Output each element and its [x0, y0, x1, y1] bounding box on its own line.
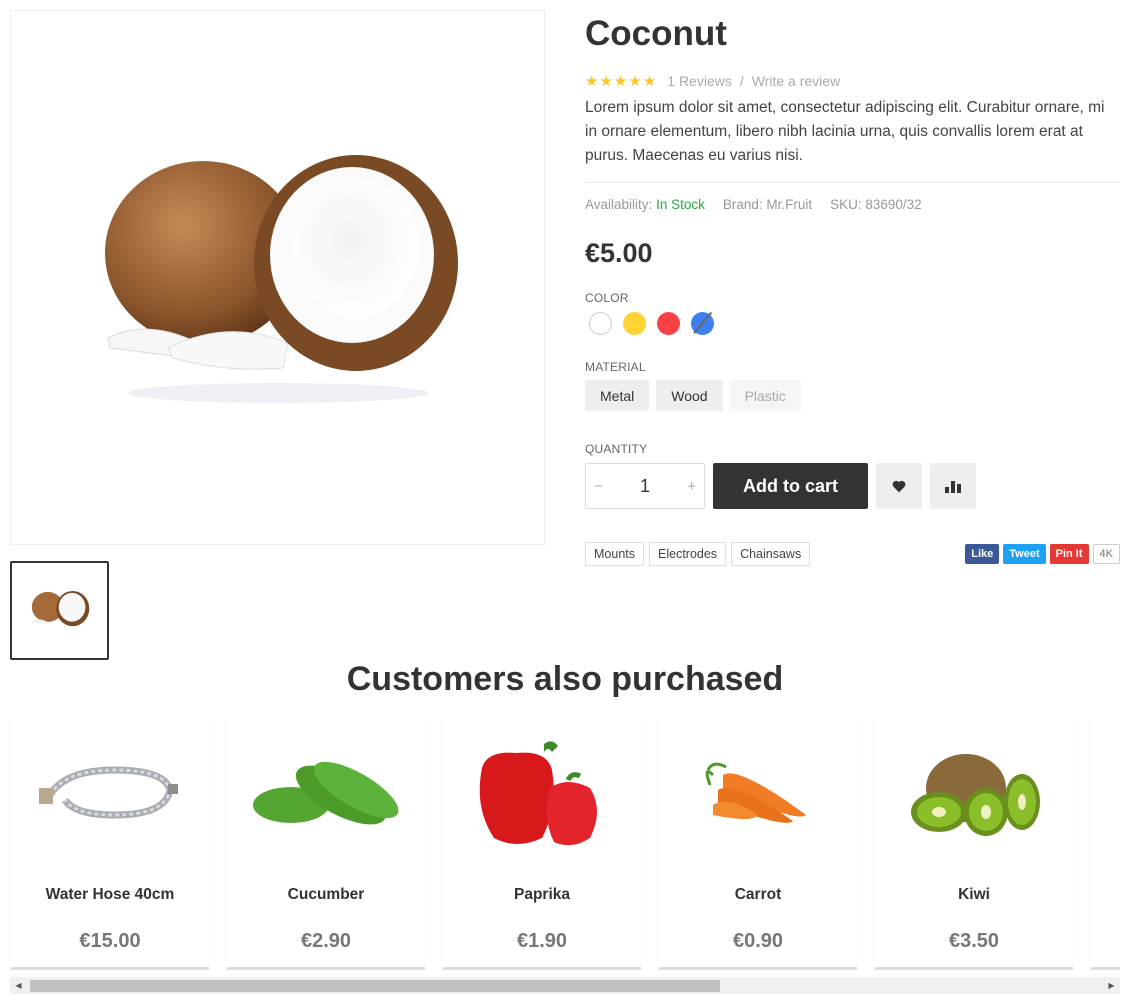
product-image [875, 720, 1073, 870]
product-image [659, 720, 857, 870]
tag-link[interactable]: Mounts [585, 542, 644, 566]
card-bottom-bar [227, 967, 425, 970]
write-review-link[interactable]: Write a review [752, 73, 840, 89]
product-price: €3.50 [948, 930, 1000, 952]
color-label: COLOR [585, 291, 629, 305]
color-swatch-red[interactable] [657, 312, 680, 335]
quantity-input[interactable]: 1 [640, 476, 650, 497]
product-tags: Mounts Electrodes Chainsaws [585, 542, 811, 566]
share-count: 4K [1092, 544, 1120, 564]
product-description: Lorem ipsum dolor sit amet, consectetur … [585, 96, 1120, 183]
product-main-image[interactable] [10, 10, 545, 545]
star-icon: ★ [642, 72, 657, 90]
product-image [11, 720, 209, 870]
star-icon: ★ [585, 72, 599, 90]
stock-status: In Stock [656, 197, 705, 212]
card-bottom-bar [443, 967, 641, 970]
twitter-tweet-button[interactable]: Tweet [1003, 544, 1046, 564]
rating-row: ★ ★ ★ ★ ★ 1 Reviews / Write a review [585, 73, 1120, 89]
quantity-label: QUANTITY [585, 442, 648, 456]
material-label: MATERIAL [585, 360, 646, 374]
color-swatch-white[interactable] [589, 312, 612, 335]
unavailable-strike-icon [693, 311, 712, 334]
water-hose-image [39, 766, 178, 819]
sku: SKU: 83690/32 [830, 197, 922, 212]
product-card[interactable]: Cucumber €2.90 [226, 720, 426, 970]
product-info: Coconut ★ ★ ★ ★ ★ 1 Reviews / Write a re… [585, 10, 1120, 566]
scrollbar-thumb[interactable] [30, 980, 720, 992]
product-price: €15.00 [79, 930, 141, 952]
product-price: €2.90 [300, 930, 352, 952]
tag-link[interactable]: Chainsaws [731, 542, 811, 566]
card-bottom-bar [659, 967, 857, 970]
cucumber-image [253, 761, 399, 825]
color-swatch-blue[interactable] [691, 311, 714, 335]
decrease-quantity-button[interactable]: − [594, 478, 603, 495]
star-icon: ★ [613, 72, 628, 90]
product-card-partial[interactable] [1090, 720, 1120, 970]
reviews-link[interactable]: 1 Reviews [667, 73, 732, 89]
pinterest-pin-button[interactable]: Pin It [1049, 544, 1089, 564]
star-icon: ★ [599, 72, 613, 90]
tags-share-row: Mounts Electrodes Chainsaws Like Tweet P… [585, 542, 1120, 566]
product-title: Coconut [585, 14, 727, 53]
product-card[interactable]: Paprika €1.90 [442, 720, 642, 970]
material-metal-button[interactable]: Metal [585, 380, 650, 411]
product-image [443, 720, 641, 870]
tag-link[interactable]: Electrodes [649, 542, 727, 566]
related-products-carousel: Water Hose 40cm €15.00 Cucumber €2.90 Pa… [10, 720, 1120, 970]
carousel-scrollbar[interactable]: ◀ ▶ [10, 977, 1120, 994]
kiwi-image [911, 754, 1040, 836]
card-bottom-bar [11, 967, 209, 970]
product-name[interactable]: Cucumber [227, 886, 425, 904]
product-name[interactable]: Kiwi [875, 886, 1073, 904]
heart-icon [892, 480, 906, 492]
wishlist-button[interactable] [876, 463, 922, 509]
product-price: €1.90 [516, 930, 568, 952]
share-buttons: Like Tweet Pin It 4K [965, 544, 1120, 564]
star-icon: ★ [628, 72, 642, 90]
increase-quantity-button[interactable]: + [687, 478, 696, 495]
brand: Brand: Mr.Fruit [722, 197, 813, 212]
material-wood-button[interactable]: Wood [656, 380, 723, 411]
card-bottom-bar [1091, 967, 1120, 970]
material-options: Metal Wood Plastic [585, 380, 1120, 411]
coconut-thumbnail-image [31, 590, 89, 626]
add-to-cart-button[interactable]: Add to cart [713, 463, 868, 509]
buy-row: − 1 + Add to cart [585, 463, 1120, 509]
product-card[interactable]: Water Hose 40cm €15.00 [10, 720, 210, 970]
facebook-like-button[interactable]: Like [965, 544, 1000, 564]
product-name[interactable]: Water Hose 40cm [11, 886, 209, 904]
rating-separator: / [739, 73, 744, 89]
material-plastic-button[interactable]: Plastic [729, 380, 801, 411]
bar-chart-icon [945, 481, 961, 493]
product-name[interactable]: Paprika [443, 886, 641, 904]
product-price: €0.90 [732, 930, 784, 952]
star-rating: ★ ★ ★ ★ ★ [585, 74, 656, 89]
product-price: €5.00 [585, 238, 653, 268]
related-section-title: Customers also purchased [346, 660, 784, 698]
product-image [227, 720, 425, 870]
product-card[interactable]: Carrot €0.90 [658, 720, 858, 970]
compare-button[interactable] [930, 463, 976, 509]
coconut-image [104, 154, 458, 403]
scroll-right-arrow-icon[interactable]: ▶ [1103, 977, 1120, 994]
card-bottom-bar [875, 967, 1073, 970]
color-swatch-yellow[interactable] [623, 312, 646, 335]
color-swatches [589, 311, 1120, 335]
product-meta: Availability: In Stock Brand: Mr.Fruit S… [585, 197, 1120, 212]
scroll-left-arrow-icon[interactable]: ◀ [10, 977, 27, 994]
quantity-stepper: − 1 + [585, 463, 705, 509]
thumbnail-coconut[interactable] [10, 561, 109, 660]
carrot-image [705, 762, 806, 823]
product-card[interactable]: Kiwi €3.50 [874, 720, 1074, 970]
availability: Availability: In Stock [585, 197, 705, 212]
paprika-image [479, 740, 597, 845]
product-name[interactable]: Carrot [659, 886, 857, 904]
